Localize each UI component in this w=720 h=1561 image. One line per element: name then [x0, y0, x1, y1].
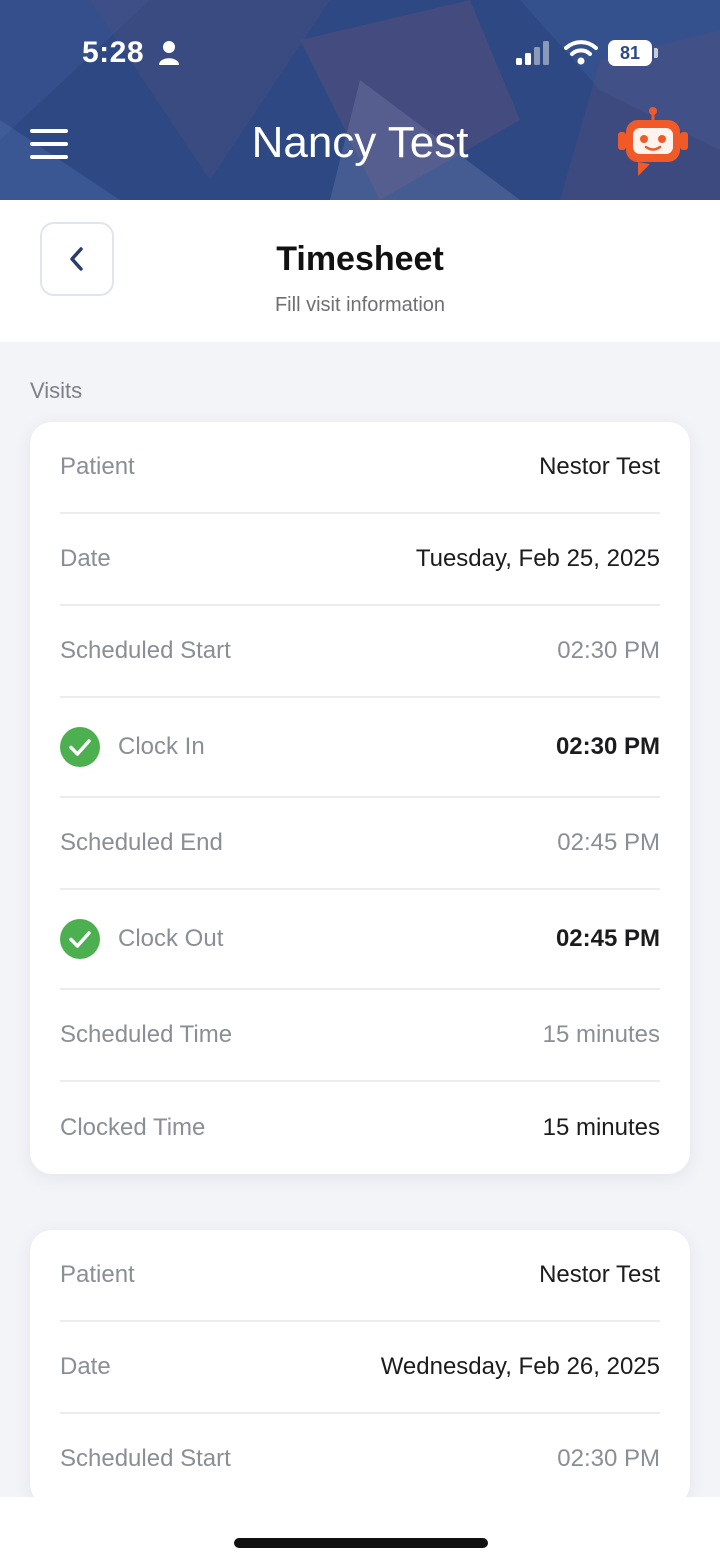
- scheduled-start-value: 02:30 PM: [557, 637, 660, 664]
- header-background-pattern: [0, 0, 720, 200]
- clock-in-label-group: Clock In: [60, 727, 205, 767]
- battery-icon: 81: [608, 40, 658, 66]
- patient-value: Nestor Test: [539, 453, 660, 480]
- patient-row: Patient Nestor Test: [60, 422, 660, 514]
- clocked-time-label: Clocked Time: [60, 1114, 206, 1141]
- date-row: Date Tuesday, Feb 25, 2025: [60, 514, 660, 606]
- scheduled-start-label: Scheduled Start: [60, 1445, 231, 1472]
- date-label: Date: [60, 545, 111, 572]
- scheduled-start-label: Scheduled Start: [60, 637, 231, 664]
- patient-label: Patient: [60, 1261, 135, 1288]
- status-time: 5:28: [82, 36, 145, 69]
- clock-in-row: Clock In 02:30 PM: [60, 698, 660, 798]
- page-subtitle: Fill visit information: [274, 294, 446, 316]
- check-circle-icon: [60, 919, 100, 959]
- date-label: Date: [60, 1353, 111, 1380]
- clock-out-label: Clock Out: [118, 925, 224, 952]
- clock-in-label: Clock In: [118, 733, 205, 760]
- app-header: 5:28 81 Nancy Test: [0, 0, 720, 200]
- battery-level: 81: [608, 40, 652, 66]
- scheduled-time-value: 15 minutes: [542, 1021, 660, 1048]
- check-circle-icon: [60, 727, 100, 767]
- page-title: Timesheet: [276, 240, 444, 278]
- scheduled-start-value: 02:30 PM: [557, 1445, 660, 1472]
- scheduled-start-row: Scheduled Start 02:30 PM: [60, 606, 660, 698]
- clock-out-value: 02:45 PM: [555, 925, 660, 952]
- scheduled-end-value: 02:45 PM: [557, 829, 660, 856]
- patient-label: Patient: [60, 453, 135, 480]
- date-row: Date Wednesday, Feb 26, 2025: [60, 1322, 660, 1414]
- scheduled-time-label: Scheduled Time: [60, 1021, 233, 1048]
- visit-card: Patient Nestor Test Date Tuesday, Feb 25…: [30, 422, 690, 1174]
- scheduled-end-row: Scheduled End 02:45 PM: [60, 798, 660, 890]
- battery-cap: [654, 48, 658, 58]
- date-value: Wednesday, Feb 26, 2025: [380, 1353, 660, 1380]
- home-indicator[interactable]: [234, 1538, 488, 1548]
- visits-scroll-area[interactable]: Visits Patient Nestor Test Date Tuesday,…: [0, 342, 720, 1497]
- timesheet-header: Timesheet Fill visit information: [0, 200, 720, 342]
- clocked-time-value: 15 minutes: [542, 1114, 660, 1141]
- robot-assistant-icon[interactable]: [616, 106, 690, 182]
- date-value: Tuesday, Feb 25, 2025: [415, 545, 660, 572]
- wifi-icon: [564, 40, 598, 65]
- scheduled-end-label: Scheduled End: [60, 829, 223, 856]
- clock-out-label-group: Clock Out: [60, 919, 223, 959]
- clock-in-value: 02:30 PM: [555, 733, 660, 760]
- app-title: Nancy Test: [251, 118, 469, 167]
- signal-icon: [516, 41, 549, 65]
- bottom-safe-area: [0, 1497, 720, 1561]
- clocked-time-row: Clocked Time 15 minutes: [60, 1082, 660, 1174]
- patient-row: Patient Nestor Test: [60, 1230, 660, 1322]
- patient-value: Nestor Test: [539, 1261, 660, 1288]
- person-icon: [159, 41, 179, 65]
- section-label-visits: Visits: [30, 378, 83, 403]
- scheduled-time-row: Scheduled Time 15 minutes: [60, 990, 660, 1082]
- visit-card: Patient Nestor Test Date Wednesday, Feb …: [30, 1230, 690, 1497]
- scheduled-start-row: Scheduled Start 02:30 PM: [60, 1414, 660, 1497]
- clock-out-row: Clock Out 02:45 PM: [60, 890, 660, 990]
